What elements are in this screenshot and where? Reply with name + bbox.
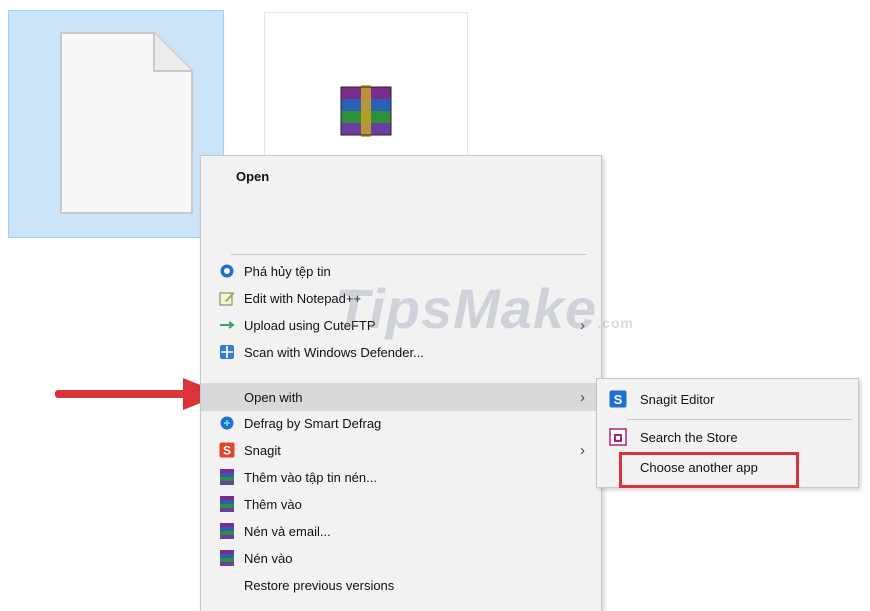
menu-separator [231,254,586,255]
svg-text:S: S [614,392,623,407]
svg-text:S: S [223,444,231,458]
menu-item-label: Open [236,168,270,184]
menu-item-label: Upload using CuteFTP [244,317,376,333]
defrag-icon [219,415,235,431]
menu-item-label: Thêm vào [244,496,302,512]
submenu-item-snagit-editor[interactable]: S Snagit Editor [597,385,858,413]
menu-item-compress-to[interactable]: Nén vào [201,545,601,571]
submenu-item-search-store[interactable]: Search the Store [597,423,858,451]
selected-file-tile[interactable] [8,10,224,238]
menu-item-defender[interactable]: Scan with Windows Defender... [201,339,601,365]
winrar-icon [219,496,235,512]
annotation-highlight-box [619,452,799,488]
submenu-item-label: Snagit Editor [640,391,715,407]
menu-item-label: Restore previous versions [244,577,395,593]
submenu-separator [627,419,852,420]
menu-item-label: Defrag by Smart Defrag [244,415,382,431]
snagit-icon: S [219,442,235,458]
submenu-chevron-icon: › [580,441,585,459]
winrar-icon [219,550,235,566]
menu-item-label: Open with [244,389,303,405]
menu-item-label: Thêm vào tập tin nén... [244,469,377,485]
cuteftp-icon [219,317,235,333]
red-pointer-arrow [55,378,223,410]
winrar-icon [219,469,235,485]
menu-item-add-to[interactable]: Thêm vào [201,491,601,517]
menu-item-label: Edit with Notepad++ [244,290,362,306]
menu-item-restore-versions[interactable]: Restore previous versions [201,572,601,598]
menu-item-compress-email[interactable]: Nén và email... [201,518,601,544]
menu-item-add-archive[interactable]: Thêm vào tập tin nén... [201,464,601,490]
menu-item-label: Nén và email... [244,523,331,539]
menu-item-label: Snagit [244,442,281,458]
submenu-chevron-icon: › [580,316,585,334]
submenu-item-label: Search the Store [640,429,738,445]
menu-item-shred[interactable]: Phá hủy tệp tin [201,258,601,284]
menu-item-defrag[interactable]: Defrag by Smart Defrag [201,410,601,436]
submenu-chevron-icon: › [580,388,585,406]
desktop: Open Phá hủy tệp tin Edit with Notepad++… [0,0,870,611]
defender-icon [219,344,235,360]
menu-item-label: Phá hủy tệp tin [244,263,331,279]
snagit-editor-icon: S [609,390,627,408]
menu-item-open[interactable]: Open [201,163,601,189]
store-icon [609,428,627,446]
winrar-icon [219,523,235,539]
archive-file-tile[interactable] [264,12,468,162]
context-menu: Open Phá hủy tệp tin Edit with Notepad++… [200,155,602,611]
blank-document-icon [60,32,193,214]
menu-item-open-with[interactable]: Open with › [201,383,601,411]
winrar-archive-icon [340,85,392,137]
shred-icon [219,263,235,279]
notepad-icon [219,290,235,306]
watermark-suffix: .com [597,315,634,331]
menu-item-snagit[interactable]: S Snagit › [201,437,601,463]
menu-item-label: Nén vào [244,550,293,566]
menu-item-label: Scan with Windows Defender... [244,344,424,360]
menu-item-cuteftp[interactable]: Upload using CuteFTP › [201,312,601,338]
menu-item-notepad[interactable]: Edit with Notepad++ [201,285,601,311]
